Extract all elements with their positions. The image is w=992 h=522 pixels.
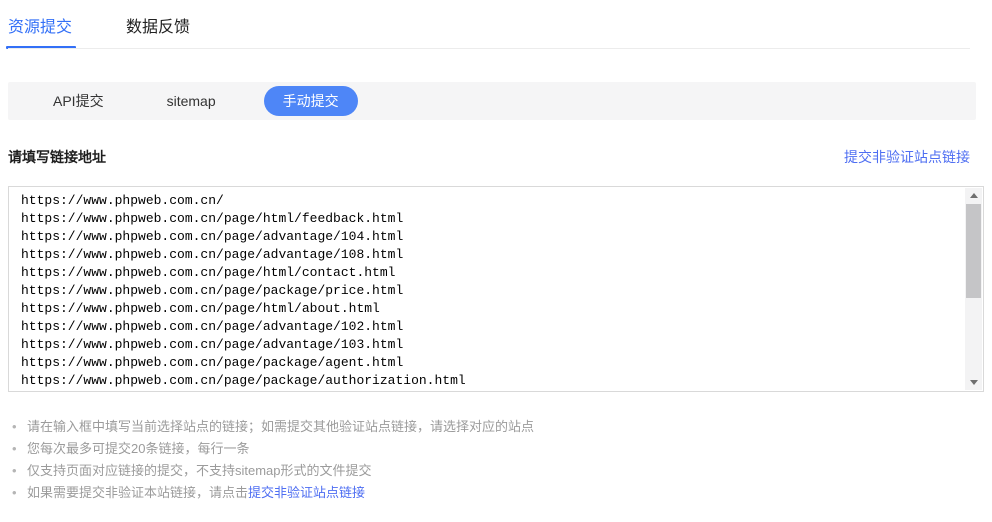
submit-unverified-site-link[interactable]: 提交非验证站点链接 <box>844 147 970 167</box>
note-text: 仅支持页面对应链接的提交，不支持sitemap形式的文件提交 <box>27 463 372 478</box>
tabbar-divider <box>8 48 970 49</box>
tab-resource-submit-label: 资源提交 <box>8 19 72 36</box>
scroll-down-icon[interactable] <box>965 375 982 390</box>
top-tabbar: 资源提交 数据反馈 <box>0 0 992 48</box>
scroll-up-icon[interactable] <box>965 188 982 203</box>
tab-data-feedback[interactable]: 数据反馈 <box>126 13 190 49</box>
note-unverified-site-link[interactable]: 提交非验证站点链接 <box>248 485 365 500</box>
note-text: 请在输入框中填写当前选择站点的链接；如需提交其他验证站点链接，请选择对应的站点 <box>27 419 534 434</box>
submit-method-bar: API提交 sitemap 手动提交 <box>8 82 976 120</box>
method-sitemap[interactable]: sitemap <box>167 93 216 109</box>
method-api-submit[interactable]: API提交 <box>53 91 104 111</box>
scrollbar[interactable] <box>965 188 982 390</box>
note-item: 如果需要提交非验证本站链接，请点击提交非验证站点链接 <box>12 482 534 503</box>
tab-resource-submit[interactable]: 资源提交 <box>8 13 72 49</box>
tab-data-feedback-label: 数据反馈 <box>126 19 190 36</box>
form-label: 请填写链接地址 <box>8 147 106 167</box>
notes-list: 请在输入框中填写当前选择站点的链接；如需提交其他验证站点链接，请选择对应的站点您… <box>12 416 534 504</box>
method-manual-submit[interactable]: 手动提交 <box>264 86 358 116</box>
url-lines: https://www.phpweb.com.cn/ https://www.p… <box>21 192 961 391</box>
note-text: 您每次最多可提交20条链接，每行一条 <box>27 441 249 456</box>
note-text: 如果需要提交非验证本站链接，请点击 <box>27 485 248 500</box>
form-header-row: 请填写链接地址 提交非验证站点链接 <box>8 147 970 167</box>
note-item: 仅支持页面对应链接的提交，不支持sitemap形式的文件提交 <box>12 460 534 481</box>
page: 资源提交 数据反馈 API提交 sitemap 手动提交 请填写链接地址 提交非… <box>0 0 992 522</box>
url-textarea[interactable]: https://www.phpweb.com.cn/ https://www.p… <box>8 186 984 392</box>
scrollbar-thumb[interactable] <box>966 204 981 298</box>
note-item: 您每次最多可提交20条链接，每行一条 <box>12 438 534 459</box>
note-item: 请在输入框中填写当前选择站点的链接；如需提交其他验证站点链接，请选择对应的站点 <box>12 416 534 437</box>
